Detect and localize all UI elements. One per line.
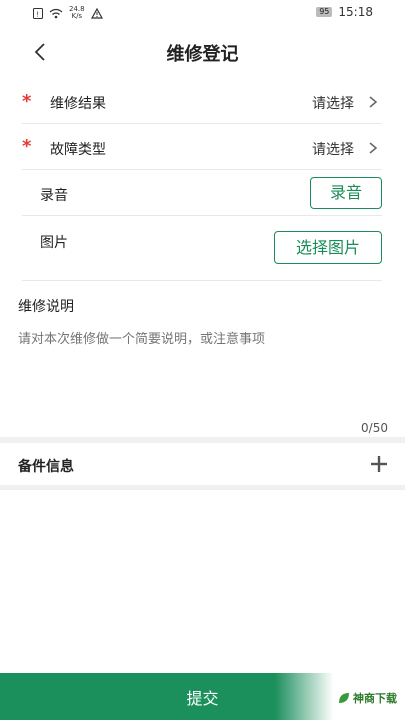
fault-type-value: 请选择 — [312, 142, 354, 158]
net-speed-unit: K/s — [71, 12, 83, 20]
status-bar: ! 24.8 K/s 95 15:18 — [0, 0, 405, 26]
app-header: 维修登记 — [0, 26, 405, 78]
repair-result-row[interactable]: * 维修结果 请选择 — [22, 80, 382, 124]
parts-info-label: 备件信息 — [18, 459, 74, 475]
image-label: 图片 — [40, 235, 68, 251]
page-title: 维修登记 — [166, 44, 239, 65]
chevron-right-icon — [369, 96, 378, 108]
repair-result-value: 请选择 — [312, 96, 354, 112]
warning-icon — [90, 7, 103, 19]
wifi-icon — [49, 8, 63, 18]
description-input[interactable] — [18, 328, 388, 418]
status-left: ! 24.8 K/s — [33, 6, 103, 20]
clock: 15:18 — [338, 5, 373, 19]
chevron-right-icon — [369, 142, 378, 154]
fault-type-label: 故障类型 — [50, 142, 106, 158]
section-divider — [0, 485, 405, 490]
leaf-icon — [339, 693, 349, 703]
svg-text:!: ! — [36, 10, 39, 18]
net-speed: 24.8 K/s — [69, 6, 85, 20]
required-asterisk: * — [22, 91, 32, 112]
battery-icon: 95 — [316, 7, 333, 17]
status-right: 95 15:18 — [316, 5, 373, 19]
required-asterisk: * — [22, 136, 32, 157]
watermark-logo: 神商下载 — [338, 690, 397, 706]
sim-icon: ! — [33, 7, 43, 19]
fault-type-row[interactable]: * 故障类型 请选择 — [22, 124, 382, 170]
char-counter: 0/50 — [361, 421, 388, 435]
repair-result-label: 维修结果 — [50, 96, 106, 112]
image-row: 图片 选择图片 — [22, 216, 382, 281]
logo-text: 神商下载 — [353, 692, 397, 705]
section-divider — [0, 437, 405, 443]
description-label: 维修说明 — [18, 299, 74, 315]
add-part-icon[interactable] — [370, 455, 388, 473]
recording-row: 录音 录音 — [22, 170, 382, 216]
record-button[interactable]: 录音 — [310, 177, 382, 209]
choose-image-button[interactable]: 选择图片 — [274, 231, 382, 264]
recording-label: 录音 — [40, 188, 68, 204]
